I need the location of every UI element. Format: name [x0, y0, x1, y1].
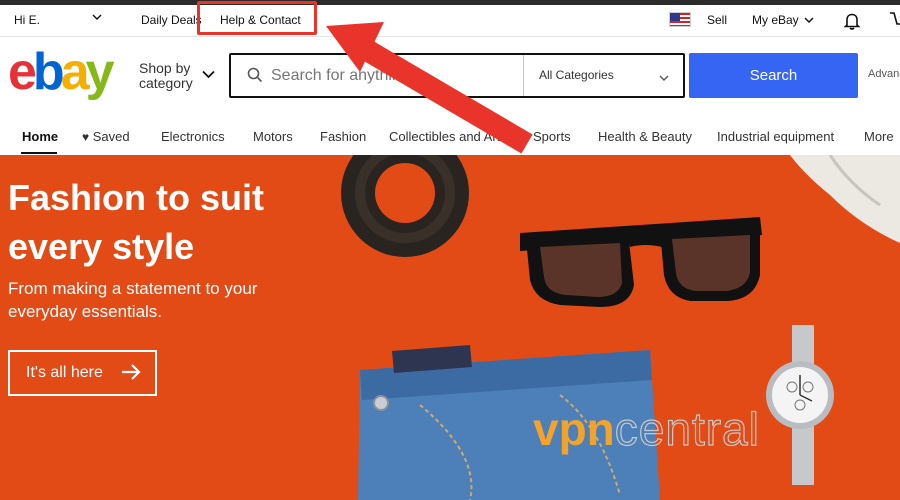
annotation-arrow — [326, 22, 533, 154]
